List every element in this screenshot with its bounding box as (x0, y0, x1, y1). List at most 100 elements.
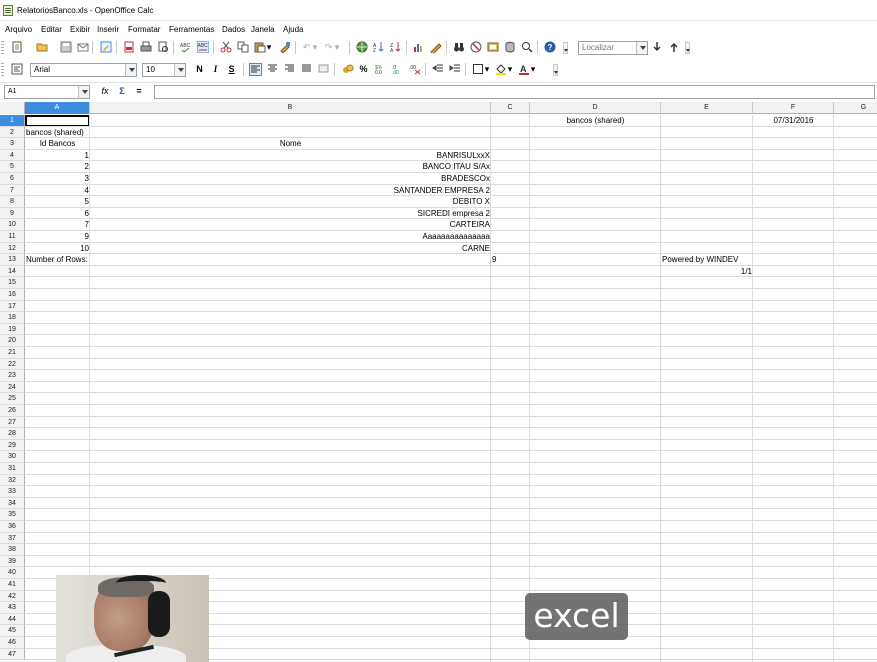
column-header-g[interactable]: G (834, 102, 877, 114)
cut-icon[interactable] (219, 41, 232, 54)
row-header-9[interactable]: 9 (0, 207, 25, 220)
row-header-26[interactable]: 26 (0, 405, 25, 417)
sort-descending-icon[interactable]: ZA (389, 41, 402, 54)
cell-a3[interactable]: Id Bancos (25, 138, 90, 149)
menu-formatar[interactable]: Formatar (128, 25, 160, 34)
row-header-21[interactable]: 21 (0, 347, 25, 359)
gallery-icon[interactable] (469, 41, 482, 54)
delete-decimal-icon[interactable]: .00 (408, 63, 421, 76)
cell-e14[interactable]: 1/1 (661, 266, 753, 277)
undo-dropdown-icon[interactable]: ▾ (312, 41, 318, 54)
column-header-c[interactable]: C (491, 102, 530, 114)
cell-d1[interactable]: bancos (shared) (530, 115, 661, 126)
toolbar-handle[interactable] (1, 63, 4, 77)
autospellcheck-icon[interactable]: ABC (196, 40, 209, 54)
paste-dropdown-icon[interactable]: ▾ (266, 41, 272, 54)
find-next-icon[interactable] (650, 41, 663, 54)
clone-formatting-icon[interactable] (278, 41, 291, 54)
percent-format-button[interactable]: % (357, 63, 370, 76)
cell-b5[interactable]: BANCO ITAU S/Ax (90, 161, 491, 172)
row-header-35[interactable]: 35 (0, 509, 25, 521)
row-header-16[interactable]: 16 (0, 289, 25, 301)
menu-dados[interactable]: Dados (222, 25, 245, 34)
database-icon[interactable] (503, 41, 516, 54)
merge-cells-button[interactable] (317, 63, 330, 76)
data-sources-icon[interactable] (486, 41, 499, 54)
row-header-24[interactable]: 24 (0, 381, 25, 394)
column-header-b[interactable]: B (90, 102, 491, 114)
cell-b9[interactable]: SICREDI empresa 2 (90, 208, 491, 219)
zoom-icon[interactable] (520, 41, 533, 54)
background-color-icon[interactable] (494, 63, 507, 76)
export-pdf-icon[interactable] (122, 41, 135, 54)
menu-ferramentas[interactable]: Ferramentas (169, 25, 214, 34)
row-header-1[interactable]: 1 (0, 115, 25, 127)
row-header-43[interactable]: 43 (0, 602, 25, 614)
spellcheck-icon[interactable]: ABC (179, 41, 192, 54)
row-header-19[interactable]: 19 (0, 323, 25, 336)
font-color-dropdown-icon[interactable]: ▾ (530, 63, 536, 76)
align-center-button[interactable] (266, 63, 279, 76)
row-header-39[interactable]: 39 (0, 555, 25, 568)
function-wizard-icon[interactable]: fx (99, 85, 111, 98)
row-header-13[interactable]: 13 (0, 254, 25, 266)
find-input[interactable]: Localizar (578, 41, 648, 55)
row-header-41[interactable]: 41 (0, 579, 25, 591)
cell-b6[interactable]: BRADESCOx (90, 173, 491, 184)
row-header-31[interactable]: 31 (0, 463, 25, 475)
styles-icon[interactable] (10, 63, 23, 76)
row-header-30[interactable]: 30 (0, 451, 25, 463)
currency-format-icon[interactable] (341, 63, 354, 76)
menu-inserir[interactable]: Inserir (97, 25, 119, 34)
row-header-3[interactable]: 3 (0, 138, 25, 150)
background-color-dropdown-icon[interactable]: ▾ (507, 63, 513, 76)
find-toolbar-overflow-icon[interactable] (685, 42, 690, 54)
row-header-42[interactable]: 42 (0, 590, 25, 603)
save-icon[interactable] (59, 41, 72, 54)
insert-chart-icon[interactable] (412, 41, 425, 54)
row-header-20[interactable]: 20 (0, 335, 25, 347)
hyperlink-icon[interactable] (355, 41, 368, 54)
bold-button[interactable]: N (193, 63, 206, 76)
cell-a6[interactable]: 3 (25, 173, 90, 184)
cell-e13[interactable]: Powered by WINDEV (661, 254, 753, 265)
align-right-button[interactable] (283, 63, 296, 76)
font-size-dropdown-icon[interactable] (174, 64, 185, 76)
draw-functions-icon[interactable] (429, 41, 442, 55)
row-header-17[interactable]: 17 (0, 300, 25, 313)
row-header-25[interactable]: 25 (0, 393, 25, 405)
row-header-33[interactable]: 33 (0, 486, 25, 498)
name-box-dropdown-icon[interactable] (78, 86, 89, 98)
cell-b11[interactable]: Aaaaaaaaaaaaaaa (90, 231, 491, 242)
row-header-32[interactable]: 32 (0, 474, 25, 487)
cell-a11[interactable]: 9 (25, 231, 90, 242)
select-all-corner[interactable] (0, 102, 25, 114)
sort-ascending-icon[interactable]: AZ (372, 41, 385, 54)
row-header-22[interactable]: 22 (0, 358, 25, 371)
new-document-icon[interactable] (10, 41, 23, 54)
cell-a10[interactable]: 7 (25, 219, 90, 230)
function-equals-icon[interactable]: = (133, 85, 145, 98)
open-folder-icon[interactable] (35, 41, 48, 54)
cell-b12[interactable]: CARNE (90, 243, 491, 254)
row-header-5[interactable]: 5 (0, 161, 25, 173)
row-header-38[interactable]: 38 (0, 544, 25, 556)
row-header-8[interactable]: 8 (0, 196, 25, 208)
cell-a12[interactable]: 10 (25, 243, 90, 254)
cell-a7[interactable]: 4 (25, 185, 90, 196)
name-box[interactable]: A1 (4, 85, 90, 99)
edit-file-icon[interactable] (99, 41, 112, 54)
sum-icon[interactable]: Σ (116, 85, 128, 98)
cell-a5[interactable]: 2 (25, 161, 90, 172)
cell-a2[interactable]: bancos (shared) (25, 127, 90, 138)
row-header-4[interactable]: 4 (0, 149, 25, 162)
row-header-7[interactable]: 7 (0, 184, 25, 197)
row-header-6[interactable]: 6 (0, 173, 25, 185)
font-name-select[interactable]: Arial (30, 63, 137, 77)
row-header-2[interactable]: 2 (0, 126, 25, 139)
underline-button[interactable]: S (225, 63, 238, 76)
row-header-29[interactable]: 29 (0, 439, 25, 452)
paste-icon[interactable] (253, 41, 266, 54)
formatting-toolbar-overflow-icon[interactable] (553, 64, 558, 76)
cell-b3[interactable]: Nome (90, 138, 491, 149)
